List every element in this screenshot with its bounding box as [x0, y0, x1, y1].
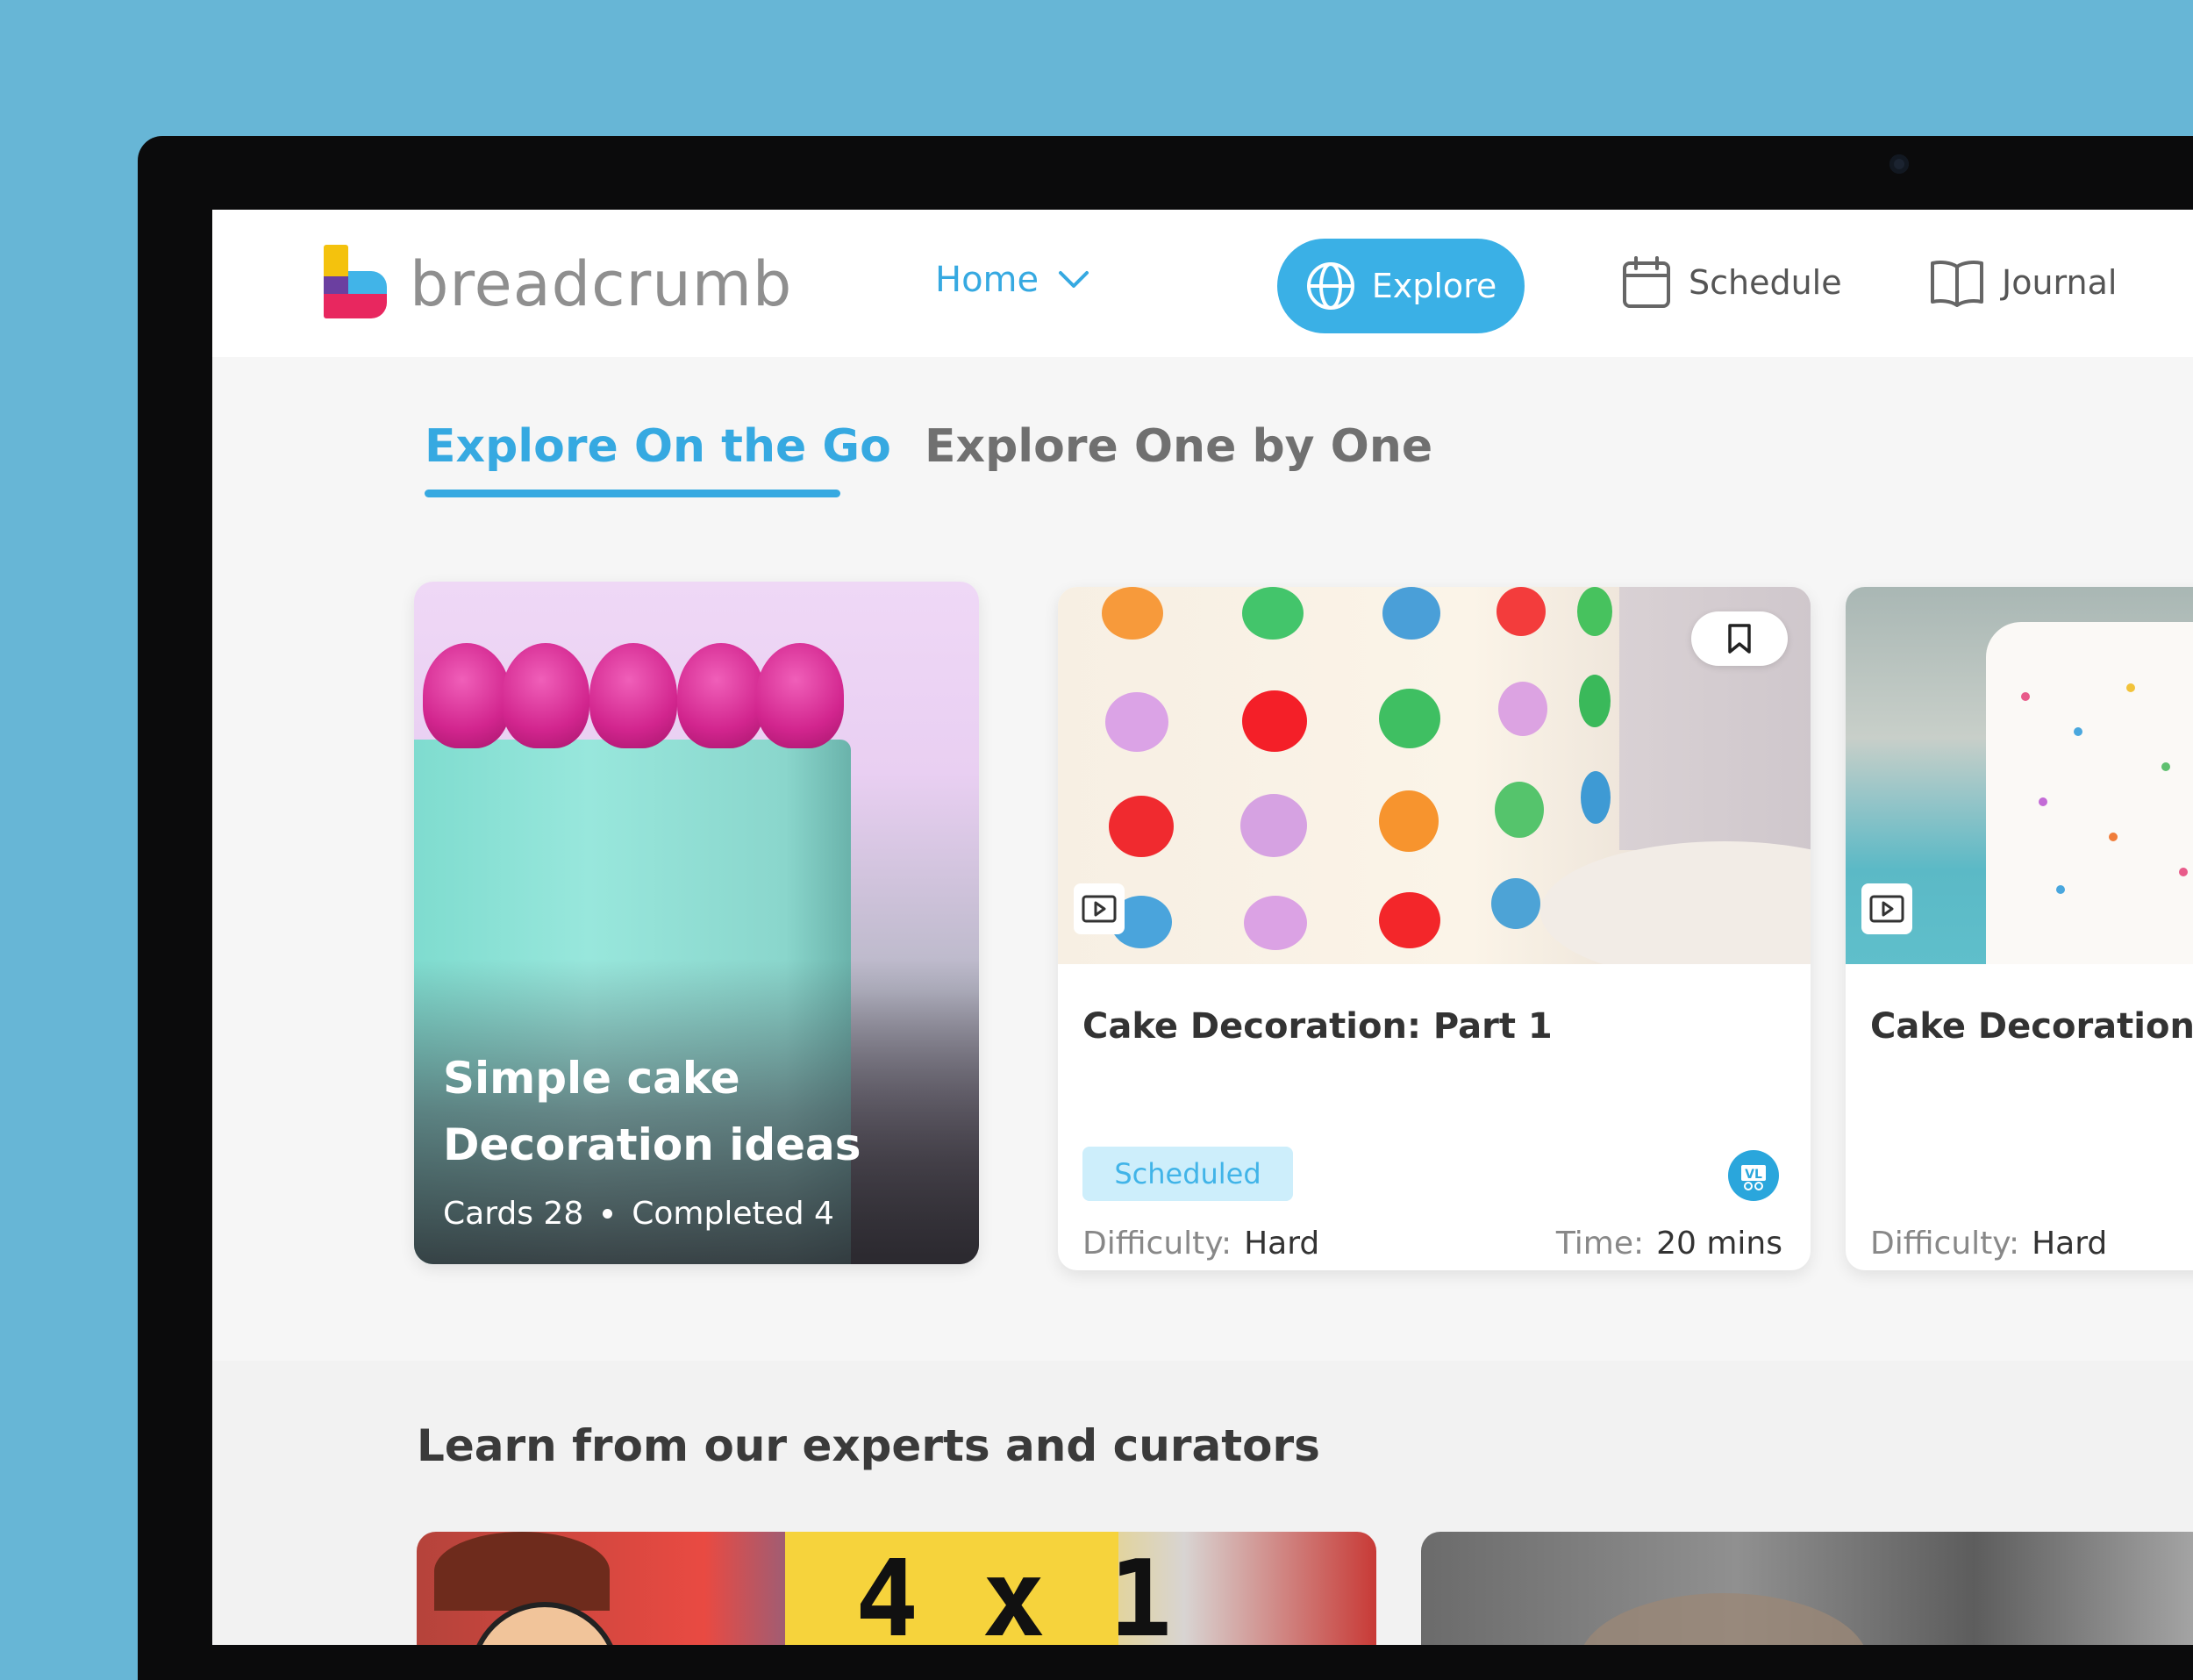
home-dropdown[interactable]: Home	[935, 254, 1089, 306]
explore-button[interactable]: Explore	[1277, 239, 1525, 333]
difficulty-value: Hard	[1244, 1226, 1320, 1262]
active-tab-indicator	[425, 490, 840, 497]
webcam	[1889, 154, 1909, 174]
schedule-label: Schedule	[1689, 263, 1842, 302]
section-title: Learn from our experts and curators	[417, 1420, 1320, 1471]
time-info: Time: 20 mins	[1555, 1226, 1782, 1262]
svg-text:VL: VL	[1745, 1168, 1762, 1182]
top-navigation-bar: breadcrumb Home Explore Schedule Journal	[212, 210, 2193, 357]
difficulty-info: Difficulty: Hard	[1082, 1226, 1320, 1262]
featured-meta: Cards 28 Completed 4	[443, 1196, 834, 1232]
globe-icon	[1306, 262, 1354, 310]
lesson-title: Cake Decoration: P	[1870, 1006, 2193, 1047]
calendar-icon	[1623, 256, 1670, 308]
lesson-card[interactable]: Cake Decoration: P Difficulty:Hard	[1846, 587, 2193, 1270]
brand-name[interactable]: breadcrumb	[410, 248, 792, 320]
breadcrumb-logo-icon[interactable]	[324, 245, 387, 318]
featured-course-card[interactable]: Simple cake Decoration ideas Cards 28 Co…	[414, 582, 979, 1264]
book-icon	[1931, 261, 1983, 307]
lesson-card[interactable]: Cake Decoration: Part 1 Scheduled VL Dif…	[1058, 587, 1811, 1270]
tab-explore-one-by-one[interactable]: Explore One by One	[925, 420, 1432, 473]
completed-count: Completed 4	[632, 1196, 834, 1232]
featured-title: Simple cake Decoration ideas	[443, 1053, 861, 1170]
cards-count: Cards 28	[443, 1196, 584, 1232]
home-label: Home	[935, 260, 1039, 300]
schedule-nav-item[interactable]: Schedule	[1622, 254, 1842, 311]
explore-label: Explore	[1371, 267, 1497, 305]
difficulty-value: Hard	[2032, 1226, 2108, 1262]
journal-label: Journal	[2002, 263, 2118, 302]
app-screen: breadcrumb Home Explore Schedule Journal…	[212, 210, 2193, 1645]
difficulty-info: Difficulty: Hard	[1870, 1226, 2108, 1262]
curator-icon[interactable]: VL	[1728, 1150, 1779, 1201]
journal-nav-item[interactable]: Journal	[1930, 254, 2117, 311]
math-card-text: 4 x 1	[855, 1539, 1173, 1645]
chevron-down-icon	[1059, 271, 1089, 288]
separator-dot	[603, 1209, 613, 1219]
status-badge: Scheduled	[1082, 1147, 1293, 1201]
tab-explore-on-the-go[interactable]: Explore On the Go	[425, 420, 891, 473]
bookmark-icon[interactable]	[1691, 611, 1788, 666]
video-icon	[1861, 883, 1912, 934]
expert-card[interactable]	[1421, 1532, 2193, 1645]
expert-card[interactable]: 4 x 1	[417, 1532, 1376, 1645]
video-icon	[1074, 883, 1125, 934]
time-value: 20 mins	[1656, 1226, 1782, 1262]
lesson-title: Cake Decoration: Part 1	[1082, 1006, 1553, 1047]
